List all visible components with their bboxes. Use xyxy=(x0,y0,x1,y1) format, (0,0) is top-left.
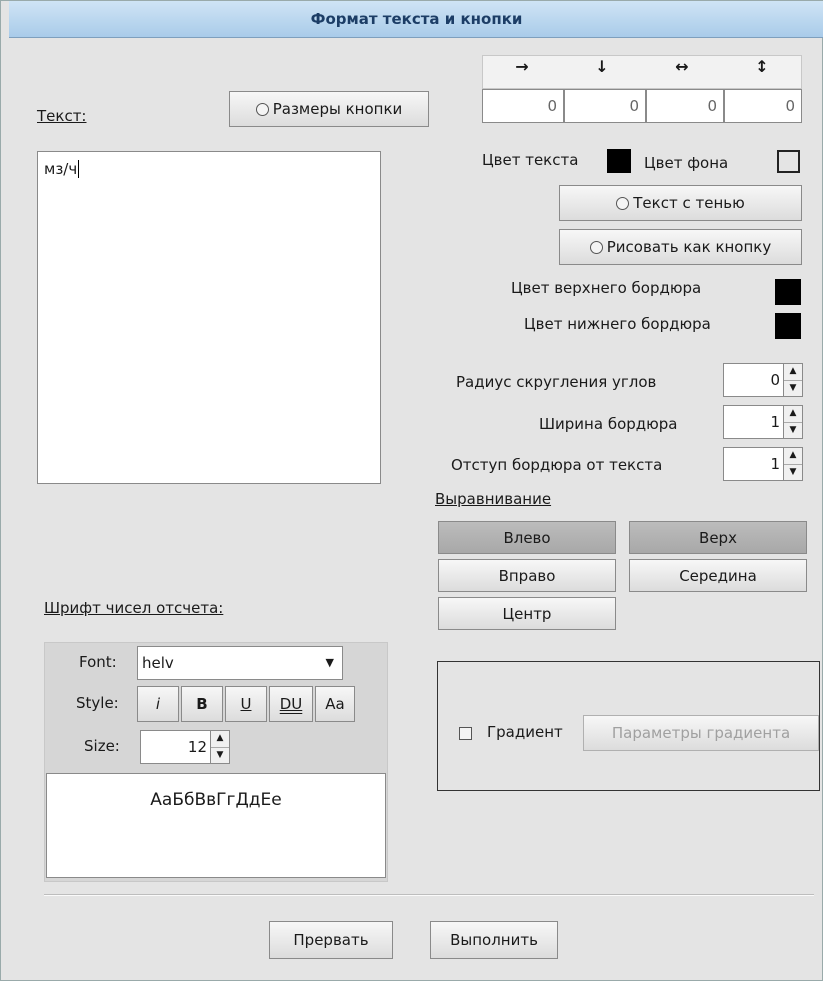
border-padding-value: 1 xyxy=(770,455,780,473)
bold-button[interactable]: B xyxy=(181,686,223,722)
gradient-params-button[interactable]: Параметры градиента xyxy=(583,715,819,751)
align-top-button[interactable]: Верх xyxy=(629,521,807,554)
spin-up-icon[interactable]: ▲ xyxy=(784,448,802,464)
text-color-swatch[interactable] xyxy=(607,149,631,173)
spin-down-icon[interactable]: ▼ xyxy=(784,379,802,397)
arrow-down-icon: ↓ xyxy=(595,57,609,76)
spin-up-icon[interactable]: ▲ xyxy=(784,364,802,380)
font-preview-text: АаБбВвГгДдЕе xyxy=(150,790,282,810)
align-right-button[interactable]: Вправо xyxy=(438,559,616,592)
font-select[interactable]: helv ▼ xyxy=(137,646,343,680)
top-border-color-swatch[interactable] xyxy=(775,279,801,305)
spin-down-icon[interactable]: ▼ xyxy=(784,463,802,481)
corner-radius-value: 0 xyxy=(770,371,780,389)
size-right-field[interactable]: 0 xyxy=(482,89,564,123)
radio-icon xyxy=(616,196,630,210)
cancel-button[interactable]: Прервать xyxy=(269,921,393,959)
text-shadow-toggle[interactable]: Текст с тенью xyxy=(559,185,802,221)
font-size-spinner[interactable]: 12 ▲ ▼ xyxy=(140,730,230,764)
font-preview: АаБбВвГгДдЕе xyxy=(46,773,386,878)
align-center-button[interactable]: Центр xyxy=(438,597,616,630)
bg-color-swatch[interactable] xyxy=(777,150,800,173)
corner-radius-spinner[interactable]: 0 ▲ ▼ xyxy=(723,363,803,397)
arrow-right-icon: → xyxy=(515,57,529,76)
spin-down-icon[interactable]: ▼ xyxy=(784,421,802,439)
size-vertical-field[interactable]: 0 xyxy=(724,89,802,123)
size-horizontal-field[interactable]: 0 xyxy=(646,89,724,123)
underline-button[interactable]: U xyxy=(225,686,267,722)
dropdown-arrow-icon: ▼ xyxy=(325,656,334,669)
title-bar: Формат текста и кнопки xyxy=(9,1,823,38)
button-size-toggle[interactable]: Размеры кнопки xyxy=(229,91,429,127)
arrow-horizontal-icon: ↔ xyxy=(675,57,689,76)
text-color-label: Цвет текста xyxy=(482,151,579,169)
bottom-border-color-label: Цвет нижнего бордюра xyxy=(524,315,711,333)
radio-icon xyxy=(589,240,603,254)
style-label: Style: xyxy=(76,694,119,712)
top-border-color-label: Цвет верхнего бордюра xyxy=(511,279,702,297)
arrow-vertical-icon: ↕ xyxy=(755,57,769,76)
gradient-label: Градиент xyxy=(487,723,563,741)
border-width-value: 1 xyxy=(770,413,780,431)
footer-divider xyxy=(44,894,814,896)
text-value: мз/ч xyxy=(44,160,78,178)
draw-as-button-label: Рисовать как кнопку xyxy=(606,238,772,256)
size-label: Size: xyxy=(84,737,120,755)
border-padding-label: Отступ бордюра от текста xyxy=(451,456,663,474)
text-shadow-label: Текст с тенью xyxy=(633,194,745,212)
button-size-label: Размеры кнопки xyxy=(272,100,403,118)
gradient-checkbox[interactable] xyxy=(459,727,472,740)
draw-as-button-toggle[interactable]: Рисовать как кнопку xyxy=(559,229,802,265)
spin-up-icon[interactable]: ▲ xyxy=(211,731,229,747)
double-underline-button[interactable]: DU xyxy=(269,686,313,722)
align-left-button[interactable]: Влево xyxy=(438,521,616,554)
radio-icon xyxy=(255,102,269,116)
text-label: Текст: xyxy=(37,107,87,125)
text-caret: ​ xyxy=(78,160,80,178)
size-down-field[interactable]: 0 xyxy=(564,89,646,123)
ok-button[interactable]: Выполнить xyxy=(430,921,558,959)
border-padding-spinner[interactable]: 1 ▲ ▼ xyxy=(723,447,803,481)
italic-button[interactable]: i xyxy=(137,686,179,722)
font-value: helv xyxy=(142,654,174,672)
font-size-value: 12 xyxy=(187,738,207,756)
border-width-label: Ширина бордюра xyxy=(539,415,678,433)
font-label: Font: xyxy=(79,653,117,671)
border-width-spinner[interactable]: 1 ▲ ▼ xyxy=(723,405,803,439)
spin-down-icon[interactable]: ▼ xyxy=(211,746,229,764)
text-input[interactable]: мз/ч​ xyxy=(37,151,381,484)
bottom-border-color-swatch[interactable] xyxy=(775,313,801,339)
alignment-label: Выравнивание xyxy=(435,490,552,508)
corner-radius-label: Радиус скругления углов xyxy=(456,373,657,391)
case-button[interactable]: Aa xyxy=(315,686,355,722)
font-section-label: Шрифт чисел отсчета: xyxy=(44,599,224,617)
spin-up-icon[interactable]: ▲ xyxy=(784,406,802,422)
align-middle-button[interactable]: Середина xyxy=(629,559,807,592)
window-title: Формат текста и кнопки xyxy=(310,10,523,28)
dialog-window: Формат текста и кнопки Текст: Размеры кн… xyxy=(0,0,823,981)
bg-color-label: Цвет фона xyxy=(644,154,729,172)
